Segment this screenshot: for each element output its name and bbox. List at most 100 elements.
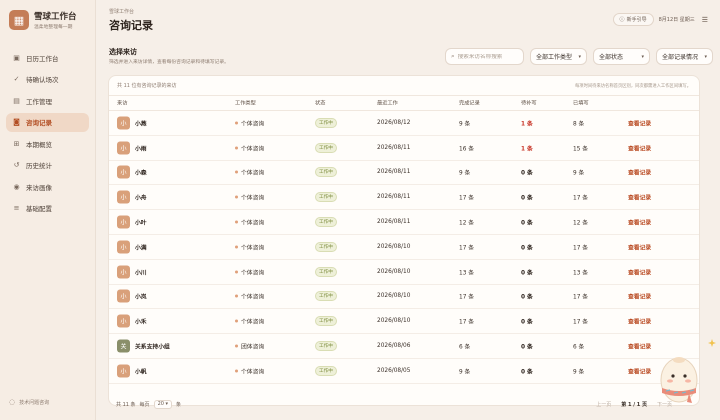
chevron-down-icon: ▾: [165, 401, 169, 407]
status-badge: 工作中: [315, 217, 337, 228]
search-icon: ⌕: [451, 52, 455, 60]
avatar: 关: [117, 339, 130, 353]
view-records-link[interactable]: 查看记录: [628, 317, 651, 326]
col-latest: 最近工作: [377, 100, 398, 107]
table-header: 来访 工作类型 状态 最近工作 完成记录 待补写 已填写: [109, 96, 699, 111]
done-count: 9 条: [459, 121, 471, 128]
dot-icon: [235, 270, 238, 274]
prev-page-button[interactable]: 上一页: [596, 401, 611, 408]
search-box[interactable]: ⌕: [445, 48, 524, 65]
filled-count: 9 条: [573, 170, 585, 177]
record-status-select[interactable]: 全部记录情况 ▾: [656, 48, 713, 65]
page-title: 咨询记录: [109, 19, 153, 32]
breadcrumb[interactable]: 雪球工作台: [109, 8, 134, 15]
latest-date: 2026/08/10: [377, 318, 411, 325]
chevron-down-icon: ▾: [704, 53, 707, 60]
table-row[interactable]: 小小帆 个体咨询 工作中 2026/08/05 9 条 0 条 9 条 查看记录: [109, 358, 699, 384]
sparkle-icon: [708, 339, 716, 347]
filled-count: 17 条: [573, 245, 589, 252]
brand-subtitle: 温柔地整理每一期: [34, 25, 73, 30]
table-row[interactable]: 小小满 个体咨询 工作中 2026/08/10 17 条 0 条 17 条 查看记录: [109, 235, 699, 260]
sidebar-item-4[interactable]: ⊞ 本期概览: [6, 134, 89, 153]
sidebar-item-1[interactable]: ✓ 待确认场次: [6, 70, 89, 89]
view-records-link[interactable]: 查看记录: [628, 118, 651, 127]
sidebar-item-label: 基础配置: [26, 205, 52, 213]
latest-date: 2026/08/10: [377, 293, 411, 300]
sidebar-nav: ▣ 日历工作台 ✓ 待确认场次 ▤ 工作管理 ◙ 咨询记录 ⊞ 本期概览 ↺ 历史统计 ◉ 来访画像 ≡ 基础…: [0, 48, 95, 218]
sidebar-item-3[interactable]: ◙ 咨询记录: [6, 112, 89, 132]
page-size-select[interactable]: 20 ▾: [153, 399, 173, 409]
view-records-link[interactable]: 查看记录: [628, 267, 651, 276]
grid-icon: ⊞: [13, 139, 20, 148]
col-todo: 待补写: [521, 100, 537, 107]
sidebar-item-2[interactable]: ▤ 工作管理: [6, 91, 89, 110]
avatar: 小: [117, 141, 130, 155]
sidebar-item-0[interactable]: ▣ 日历工作台: [6, 48, 89, 67]
view-records-link[interactable]: 查看记录: [628, 292, 651, 301]
filter-title: 选择来访: [109, 48, 137, 56]
table-row[interactable]: 小小川 个体咨询 工作中 2026/08/10 13 条 0 条 13 条 查看记录: [109, 259, 699, 285]
latest-date: 2026/08/11: [377, 169, 411, 176]
work-type-select[interactable]: 全部工作类型 ▾: [530, 48, 587, 65]
table-row[interactable]: 小小禾 个体咨询 工作中 2026/08/10 17 条 0 条 17 条 查看记录: [109, 309, 699, 335]
sidebar-item-6[interactable]: ◉ 来访画像: [6, 177, 89, 196]
todo-count: 0 条: [521, 245, 533, 252]
view-records-link[interactable]: 查看记录: [628, 168, 651, 177]
table-row[interactable]: 关关系支持小组 团体咨询 工作中 2026/08/06 6 条 0 条 6 条 查看记录: [109, 334, 699, 359]
table-row[interactable]: 小小叶 个体咨询 工作中 2026/08/11 12 条 0 条 12 条 查看记录: [109, 210, 699, 235]
latest-date: 2026/08/10: [377, 243, 411, 250]
latest-date: 2026/08/11: [377, 194, 411, 201]
dot-icon: [235, 170, 238, 174]
work-type: 团体咨询: [241, 344, 265, 351]
filled-count: 15 条: [573, 146, 589, 153]
tech-support-link[interactable]: ◌ 技术问题咨询: [9, 398, 49, 406]
col-status: 状态: [315, 100, 326, 107]
status-select[interactable]: 全部状态 ▾: [593, 48, 650, 65]
view-records-link[interactable]: 查看记录: [628, 218, 651, 227]
visitor-name: 关系支持小组: [135, 344, 170, 351]
sidebar-item-label: 待确认场次: [26, 76, 59, 84]
status-badge: 工作中: [315, 192, 337, 203]
sidebar-item-5[interactable]: ↺ 历史统计: [6, 156, 89, 175]
view-records-link[interactable]: 查看记录: [628, 366, 651, 375]
brand: ▦ 雪球工作台 温柔地整理每一期: [0, 0, 95, 40]
dot-icon: [235, 146, 238, 150]
todo-count: 0 条: [521, 195, 533, 202]
table-row[interactable]: 小小岚 个体咨询 工作中 2026/08/10 17 条 0 条 17 条 查看记录: [109, 285, 699, 310]
search-input[interactable]: [457, 53, 520, 60]
filled-count: 6 条: [573, 344, 585, 351]
sliders-icon: ≡: [13, 204, 20, 212]
main-content: 雪球工作台 咨询记录 ⓘ 新手引导 8月12日 星期三 ☰ 选择来访 筛选并进入…: [96, 0, 720, 420]
guide-button[interactable]: ⓘ 新手引导: [612, 13, 654, 26]
avatar: 小: [117, 215, 130, 229]
table-body: 小小燕 个体咨询 工作中 2026/08/12 9 条1 条8 条查看记录小小雨 个体咨询…: [109, 111, 699, 384]
avatar: 小: [117, 314, 130, 328]
brand-title: 雪球工作台: [34, 12, 77, 22]
todo-count: 0 条: [521, 319, 533, 326]
view-records-link[interactable]: 查看记录: [628, 193, 651, 202]
table-row[interactable]: 小小雨 个体咨询 工作中 2026/08/11 16 条 1 条 15 条 查看记录: [109, 136, 699, 161]
chevron-down-icon: ▾: [641, 53, 644, 60]
view-records-link[interactable]: 查看记录: [628, 143, 651, 152]
view-records-link[interactable]: 查看记录: [628, 342, 651, 351]
sidebar-item-7[interactable]: ≡ 基础配置: [6, 199, 89, 218]
table-row[interactable]: 小小舟 个体咨询 工作中 2026/08/11 17 条 0 条 17 条 查看记录: [109, 185, 699, 211]
check-circle-icon: ✓: [13, 75, 20, 83]
done-count: 17 条: [459, 294, 475, 301]
dot-icon: [235, 245, 238, 249]
table-row[interactable]: 小小森 个体咨询 工作中 2026/08/11 9 条 0 条 9 条 查看记录: [109, 160, 699, 186]
help-icon: ⓘ: [619, 17, 625, 23]
menu-icon[interactable]: ☰: [702, 16, 708, 24]
work-type: 个体咨询: [241, 294, 265, 301]
date-display: 8月12日 星期三: [658, 17, 695, 23]
table-row[interactable]: 小小燕 个体咨询 工作中 2026/08/12 9 条 1 条 8 条 查看记录: [109, 111, 699, 136]
done-count: 13 条: [459, 270, 475, 277]
view-records-link[interactable]: 查看记录: [628, 242, 651, 251]
pagination: 共 11 条 每页 20 ▾ 条 上一页 第 1 / 1 页 下一页: [108, 397, 700, 411]
avatar: 小: [117, 116, 130, 130]
sidebar-item-label: 咨询记录: [26, 119, 52, 127]
work-type: 个体咨询: [241, 220, 265, 227]
done-count: 9 条: [459, 170, 471, 177]
status-badge: 工作中: [315, 341, 337, 352]
status-badge: 工作中: [315, 316, 337, 327]
